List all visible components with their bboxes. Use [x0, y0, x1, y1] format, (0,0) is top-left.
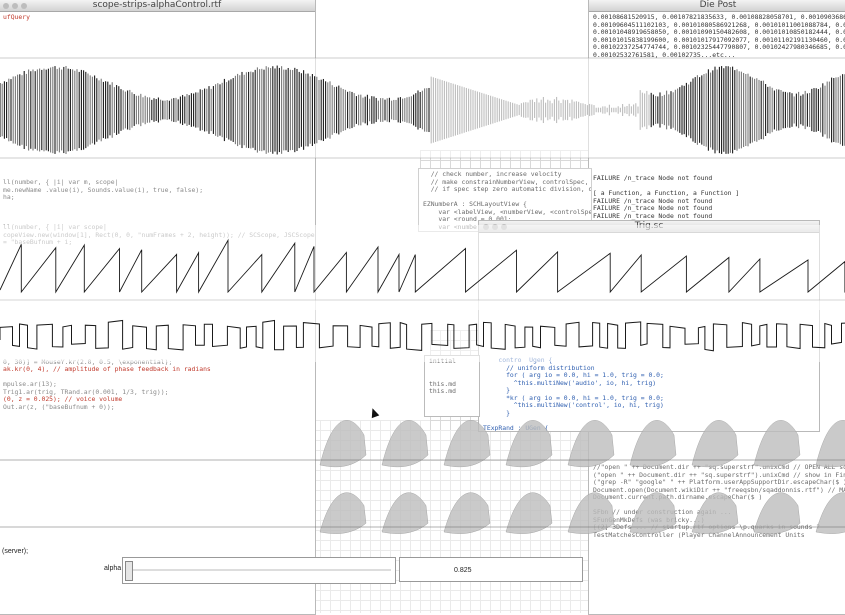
trig-window-controls[interactable]	[483, 223, 510, 234]
code-line: TestMatchesController (Player ChannelAnn…	[593, 530, 805, 539]
code-line: ha;	[3, 193, 15, 201]
code-line: = "baseBufnum + i;	[3, 238, 73, 246]
post-window-title: Die Post	[699, 0, 737, 10]
left-window-title: scope-strips-alphaControl.rtf	[92, 0, 222, 10]
trig-window[interactable]: Trig.sc contro Ugen { // uniform distrib…	[478, 220, 820, 432]
post-window-titlebar[interactable]: Die Post	[589, 0, 845, 12]
code-line: this.md	[429, 387, 456, 395]
trig-window-title: Trig.sc	[634, 221, 664, 231]
code-line: Document.current.path.dirname.escapeChar…	[593, 493, 763, 501]
trig-code[interactable]: contro Ugen { // uniform distribution fo…	[479, 355, 819, 432]
alpha-number-box[interactable]: 0.825	[399, 557, 583, 582]
code-line: Out.ar(z, ("baseBufnum + 0));	[3, 402, 115, 411]
code-line: FAILURE /n_trace Node not found	[593, 174, 713, 182]
code-line: initial	[429, 357, 456, 365]
alpha-label: alpha	[104, 565, 122, 572]
alpha-slider-track[interactable]	[127, 569, 391, 571]
code-line: ak.kr(0, 4), // amplitude of phase feedb…	[3, 365, 211, 373]
code-line: ufQuery	[3, 13, 30, 21]
code-line: ^this.multiNew('control', io, hi, trig)	[483, 401, 664, 409]
mouse-cursor-icon	[368, 406, 380, 419]
post-numbers: 0.00108681520915, 0.00107821835633, 0.00…	[589, 12, 845, 61]
code-line: TExpRand : UGen {	[483, 423, 549, 432]
code-line: ^this.multiNew('audio', io, hi, trig)	[483, 378, 657, 387]
left-window-titlebar[interactable]: scope-strips-alphaControl.rtf	[0, 0, 315, 12]
code-editor-top[interactable]: ufQuery ll(number, { |i| var m, scope| me…	[0, 12, 315, 249]
code-line: // if spec step zero automatic division,…	[430, 185, 592, 193]
alpha-number-value: 0.825	[454, 567, 472, 574]
trig-side-stub[interactable]: initial this.md this.md	[424, 355, 480, 417]
server-line-label: (server);	[2, 548, 29, 555]
code-line: }	[483, 408, 510, 417]
window-controls[interactable]	[3, 2, 30, 13]
code-editor-bottom[interactable]: 0, 30)] = MouseY.kr(2.0, 0.5, \exponenti…	[0, 357, 315, 414]
alpha-slider[interactable]	[122, 557, 396, 584]
trig-side-code: initial this.md this.md	[425, 356, 479, 398]
post-bottom-code[interactable]: //"open " ++ Document.dir ++ "sq.superst…	[589, 462, 845, 541]
left-code-window[interactable]: scope-strips-alphaControl.rtf ufQuery ll…	[0, 0, 316, 615]
code-line: 0.00102532761581, 0.00102735...etc...	[593, 50, 736, 59]
trig-window-titlebar[interactable]: Trig.sc	[479, 221, 819, 233]
code-line: me.newName .value(i), Sounds.value(i), t…	[3, 185, 204, 194]
alpha-slider-knob[interactable]	[125, 561, 133, 581]
